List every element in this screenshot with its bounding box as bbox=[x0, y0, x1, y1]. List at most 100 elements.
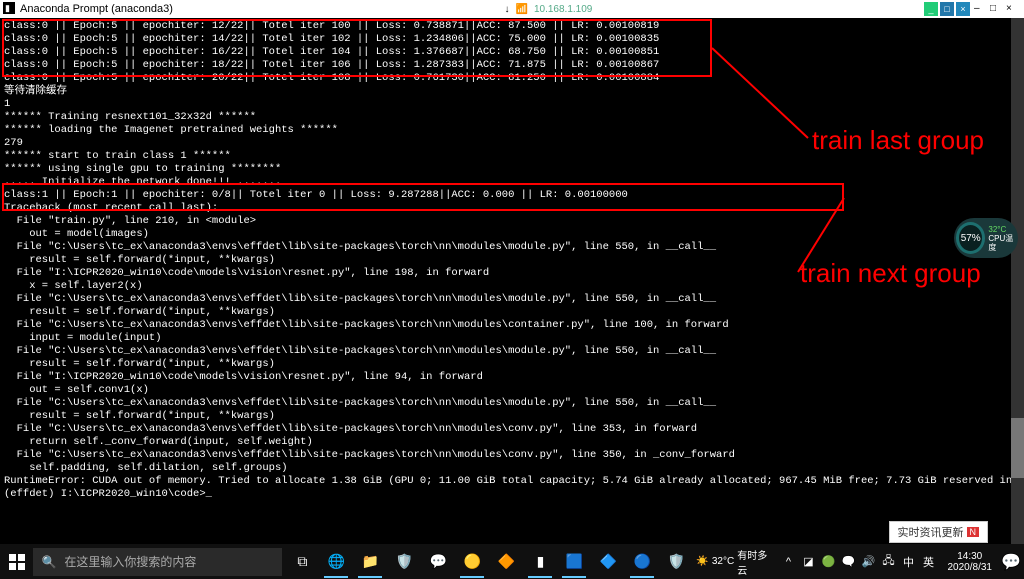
weather-desc: 有时多云 bbox=[737, 547, 771, 577]
cpu-widget[interactable]: 57% 32°C CPU温度 bbox=[954, 218, 1018, 258]
app-vscode-icon[interactable]: 🔷 bbox=[592, 546, 624, 578]
terminal-line: class:0 || Epoch:5 || epochiter: 12/22||… bbox=[4, 20, 1020, 33]
terminal-line: result = self.forward(*input, **kwargs) bbox=[4, 306, 1020, 319]
search-placeholder: 在这里输入你搜索的内容 bbox=[64, 553, 196, 570]
taskbar: 🔍 在这里输入你搜索的内容 ⧉ 🌐 📁 🛡️ 💬 🟡 🔶 ▮ 🟦 🔷 🔵 🛡️ … bbox=[0, 544, 1024, 579]
terminal-line: class:0 || Epoch:5 || epochiter: 20/22||… bbox=[4, 72, 1020, 85]
terminal-line: File "C:\Users\tc_ex\anaconda3\envs\effd… bbox=[4, 345, 1020, 358]
start-button[interactable] bbox=[0, 544, 33, 579]
taskbar-clock[interactable]: 14:30 2020/8/31 bbox=[941, 551, 998, 573]
weather-temp: 32°C bbox=[712, 556, 734, 567]
app-defender-icon[interactable]: 🛡️ bbox=[388, 546, 420, 578]
app-icon: ▮ bbox=[3, 2, 17, 16]
cpu-temp-block: 32°C CPU温度 bbox=[987, 225, 1018, 252]
signal-icon: 📶 bbox=[516, 4, 528, 15]
terminal-line: class:0 || Epoch:5 || epochiter: 16/22||… bbox=[4, 46, 1020, 59]
maximize-button[interactable]: □ bbox=[940, 2, 954, 16]
terminal-line: File "I:\ICPR2020_win10\code\models\visi… bbox=[4, 267, 1020, 280]
terminal-line: Traceback (most recent call last): bbox=[4, 202, 1020, 215]
terminal-window: ▮ Anaconda Prompt (anaconda3) ↓ 📶 10.168… bbox=[0, 0, 1024, 544]
terminal-line: (effdet) I:\ICPR2020_win10\code> bbox=[4, 488, 1020, 501]
scrollbar-thumb[interactable] bbox=[1011, 418, 1024, 478]
tray-bluetooth-icon[interactable]: 🗨️ bbox=[841, 555, 855, 569]
titlebar-center: ↓ 📶 10.168.1.109 bbox=[173, 4, 924, 15]
titlebar-extra: – □ × bbox=[974, 3, 1024, 15]
terminal-line: File "C:\Users\tc_ex\anaconda3\envs\effd… bbox=[4, 241, 1020, 254]
app-guard-icon[interactable]: 🛡️ bbox=[660, 546, 692, 578]
terminal-line: ****** start to train class 1 ****** bbox=[4, 150, 1020, 163]
close-button[interactable]: × bbox=[956, 2, 970, 16]
tray-network-icon[interactable]: 🖧 bbox=[881, 555, 895, 569]
tray-ime1-icon[interactable]: 中 bbox=[901, 555, 915, 569]
terminal-line: self.padding, self.dilation, self.groups… bbox=[4, 462, 1020, 475]
tray-app-icon[interactable]: ◪ bbox=[801, 555, 815, 569]
terminal-line: RuntimeError: CUDA out of memory. Tried … bbox=[4, 475, 1020, 488]
cpu-percent: 57% bbox=[961, 233, 981, 244]
news-text: 实时资讯更新 bbox=[898, 524, 964, 540]
app-wechat-icon[interactable]: 💬 bbox=[422, 546, 454, 578]
vertical-scrollbar[interactable] bbox=[1011, 18, 1024, 544]
terminal-line: out = self.conv1(x) bbox=[4, 384, 1020, 397]
terminal-line: ..... Initialize the network done!!! ...… bbox=[4, 176, 1020, 189]
windows-icon bbox=[9, 554, 25, 570]
clock-date: 2020/8/31 bbox=[947, 562, 992, 573]
terminal-line: File "train.py", line 210, in <module> bbox=[4, 215, 1020, 228]
terminal-line: File "C:\Users\tc_ex\anaconda3\envs\effd… bbox=[4, 319, 1020, 332]
terminal-line: result = self.forward(*input, **kwargs) bbox=[4, 358, 1020, 371]
clock-time: 14:30 bbox=[957, 551, 982, 562]
terminal-line: File "C:\Users\tc_ex\anaconda3\envs\effd… bbox=[4, 397, 1020, 410]
terminal-line: x = self.layer2(x) bbox=[4, 280, 1020, 293]
terminal-line: 等待清除缓存 bbox=[4, 85, 1020, 98]
tray-app2-icon[interactable]: 🟢 bbox=[821, 555, 835, 569]
tray-chevron-up-icon[interactable]: ^ bbox=[781, 555, 795, 569]
app-tool-icon[interactable]: 🔶 bbox=[490, 546, 522, 578]
app-file-explorer-icon[interactable]: 📁 bbox=[354, 546, 386, 578]
cpu-temp: 32°C bbox=[988, 225, 1018, 234]
terminal-line: class:0 || Epoch:5 || epochiter: 14/22||… bbox=[4, 33, 1020, 46]
dash-icon[interactable]: – bbox=[974, 3, 986, 15]
minimize-button[interactable]: _ bbox=[924, 2, 938, 16]
taskbar-apps: ⧉ 🌐 📁 🛡️ 💬 🟡 🔶 ▮ 🟦 🔷 🔵 🛡️ bbox=[286, 546, 692, 578]
terminal-line: class:1 || Epoch:1 || epochiter: 0/8|| T… bbox=[4, 189, 1020, 202]
svg-text:▮: ▮ bbox=[5, 3, 10, 13]
window-title: Anaconda Prompt (anaconda3) bbox=[20, 3, 173, 15]
cpu-gauge: 57% bbox=[956, 222, 985, 254]
terminal-line: result = self.forward(*input, **kwargs) bbox=[4, 410, 1020, 423]
terminal-line: File "C:\Users\tc_ex\anaconda3\envs\effd… bbox=[4, 293, 1020, 306]
terminal-line: File "C:\Users\tc_ex\anaconda3\envs\effd… bbox=[4, 449, 1020, 462]
terminal-line: ****** loading the Imagenet pretrained w… bbox=[4, 124, 1020, 137]
titlebar[interactable]: ▮ Anaconda Prompt (anaconda3) ↓ 📶 10.168… bbox=[0, 0, 1024, 18]
tray-ime2-icon[interactable]: 英 bbox=[921, 555, 935, 569]
terminal-line: 279 bbox=[4, 137, 1020, 150]
terminal-line: ****** using single gpu to training ****… bbox=[4, 163, 1020, 176]
search-box[interactable]: 🔍 在这里输入你搜索的内容 bbox=[33, 548, 282, 576]
taskbar-weather[interactable]: ☀️ 32°C 有时多云 bbox=[692, 547, 775, 577]
ip-address: 10.168.1.109 bbox=[534, 4, 592, 15]
terminal-line: out = model(images) bbox=[4, 228, 1020, 241]
terminal-line: 1 bbox=[4, 98, 1020, 111]
terminal-output[interactable]: class:0 || Epoch:5 || epochiter: 12/22||… bbox=[0, 18, 1024, 544]
window-controls: _ □ × bbox=[924, 2, 974, 16]
app-terminal-icon[interactable]: ▮ bbox=[524, 546, 556, 578]
terminal-line: File "C:\Users\tc_ex\anaconda3\envs\effd… bbox=[4, 423, 1020, 436]
tray-speaker-icon[interactable]: 🔊 bbox=[861, 555, 875, 569]
terminal-line: input = module(input) bbox=[4, 332, 1020, 345]
news-badge: N bbox=[967, 527, 980, 537]
app-browser-icon[interactable]: 🔵 bbox=[626, 546, 658, 578]
system-tray: ^ ◪ 🟢 🗨️ 🔊 🖧 中 英 bbox=[775, 555, 941, 569]
weather-icon: ☀️ bbox=[696, 556, 708, 567]
x-icon[interactable]: × bbox=[1006, 3, 1018, 15]
search-icon: 🔍 bbox=[41, 555, 56, 569]
terminal-line: class:0 || Epoch:5 || epochiter: 18/22||… bbox=[4, 59, 1020, 72]
app-chrome-icon[interactable]: 🟡 bbox=[456, 546, 488, 578]
square-icon[interactable]: □ bbox=[990, 3, 1002, 15]
terminal-line: ****** Training resnext101_32x32d ****** bbox=[4, 111, 1020, 124]
terminal-line: File "I:\ICPR2020_win10\code\models\visi… bbox=[4, 371, 1020, 384]
app-pycharm-icon[interactable]: 🟦 bbox=[558, 546, 590, 578]
news-popup[interactable]: 实时资讯更新 N bbox=[889, 521, 989, 543]
app-edge-icon[interactable]: 🌐 bbox=[320, 546, 352, 578]
notification-center-button[interactable]: 💬 bbox=[998, 552, 1024, 572]
taskview-icon[interactable]: ⧉ bbox=[286, 546, 318, 578]
arrow-down-icon: ↓ bbox=[505, 4, 510, 15]
terminal-line: result = self.forward(*input, **kwargs) bbox=[4, 254, 1020, 267]
